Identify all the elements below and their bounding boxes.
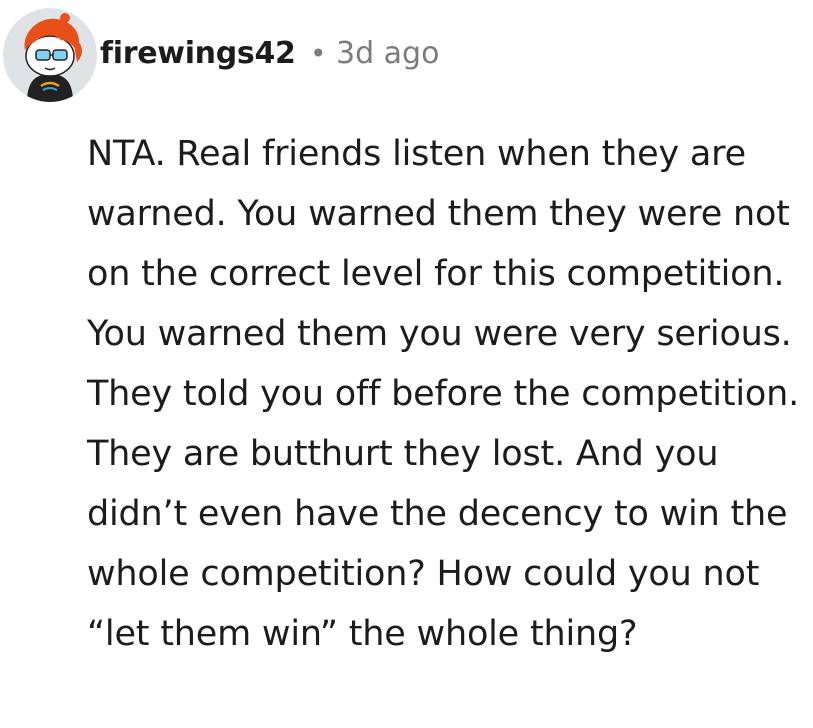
separator-dot: • — [310, 37, 327, 70]
avatar[interactable] — [3, 8, 97, 102]
username[interactable]: firewings42 — [100, 34, 296, 74]
comment-body: NTA. Real friends listen when they are w… — [87, 134, 800, 654]
timestamp[interactable]: 3d ago — [336, 34, 439, 74]
reddit-snoo-avatar-icon — [24, 13, 82, 102]
comment-header: firewings42 • 3d ago — [0, 0, 813, 110]
